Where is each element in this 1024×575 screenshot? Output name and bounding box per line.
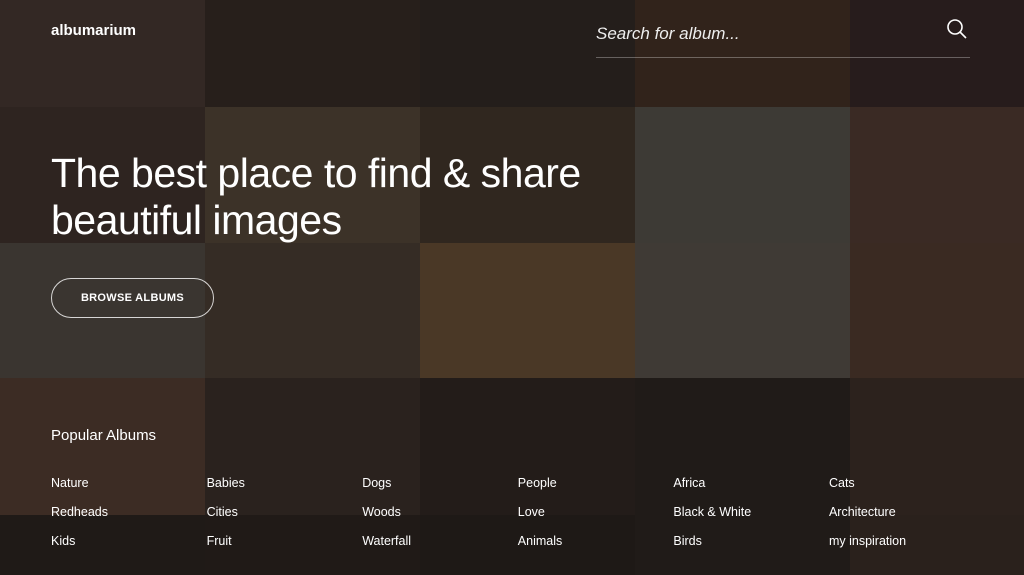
album-link[interactable]: Fruit xyxy=(207,534,363,548)
search-bar xyxy=(596,10,970,58)
album-link[interactable]: Cats xyxy=(829,476,985,490)
album-link[interactable]: my inspiration xyxy=(829,534,985,548)
background-tile xyxy=(205,243,420,378)
album-link[interactable]: Cities xyxy=(207,505,363,519)
popular-albums-heading: Popular Albums xyxy=(51,427,157,444)
background-tile xyxy=(850,243,1024,378)
album-link[interactable]: Kids xyxy=(51,534,207,548)
background-tile xyxy=(635,107,850,243)
logo[interactable]: albumarium xyxy=(51,22,136,39)
album-link[interactable]: People xyxy=(518,476,674,490)
search-input[interactable] xyxy=(596,23,970,44)
browse-albums-button[interactable]: BROWSE ALBUMS xyxy=(51,278,214,318)
album-link[interactable]: Africa xyxy=(673,476,829,490)
background-tile xyxy=(850,107,1024,243)
album-link[interactable]: Animals xyxy=(518,534,674,548)
search-icon[interactable] xyxy=(946,18,968,40)
album-link[interactable]: Black & White xyxy=(673,505,829,519)
album-link[interactable]: Nature xyxy=(51,476,207,490)
background-tile xyxy=(635,243,850,378)
album-link[interactable]: Woods xyxy=(362,505,518,519)
album-link[interactable]: Babies xyxy=(207,476,363,490)
album-link[interactable]: Love xyxy=(518,505,674,519)
album-link[interactable]: Dogs xyxy=(362,476,518,490)
background-tile xyxy=(420,243,635,378)
popular-albums-list: Nature Babies Dogs People Africa Cats Redheads… xyxy=(51,476,985,548)
album-link[interactable]: Birds xyxy=(673,534,829,548)
album-link[interactable]: Redheads xyxy=(51,505,207,519)
album-link[interactable]: Waterfall xyxy=(362,534,518,548)
hero-title: The best place to find & share beautiful… xyxy=(51,150,581,243)
album-link[interactable]: Architecture xyxy=(829,505,985,519)
